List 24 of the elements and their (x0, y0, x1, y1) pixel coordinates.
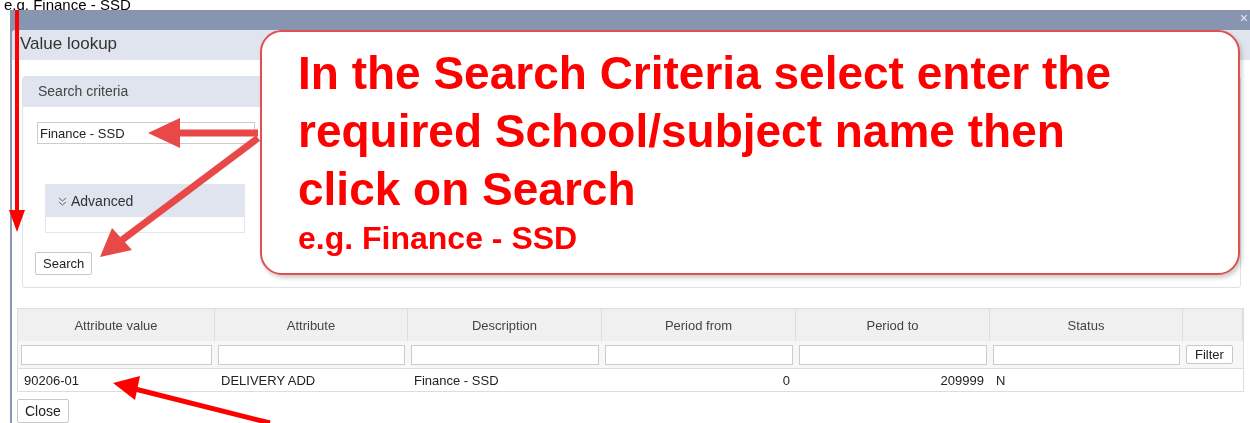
column-header[interactable]: Description (408, 309, 602, 341)
column-header[interactable]: Period to (796, 309, 990, 341)
advanced-toggle[interactable]: Advanced (46, 185, 244, 217)
column-header[interactable]: Status (990, 309, 1183, 341)
callout-example: e.g. Finance - SSD (298, 219, 579, 258)
table-cell-text: N (995, 371, 1007, 390)
filter-field[interactable] (605, 344, 793, 365)
column-header[interactable]: Attribute value (18, 309, 215, 341)
chevron-down-icon (58, 196, 67, 206)
table-cell-text: 90206-01 (23, 371, 80, 390)
filter-field[interactable] (799, 344, 987, 365)
column-header[interactable]: Attribute (215, 309, 408, 341)
filter-field[interactable] (21, 344, 212, 365)
filter-field[interactable] (411, 344, 599, 365)
table-cell-text: 0 (781, 371, 791, 390)
table-cell-text: Finance - SSD (413, 371, 500, 390)
filter-field[interactable] (218, 344, 405, 365)
search-button[interactable]: Search (35, 252, 93, 275)
column-header[interactable]: Period from (602, 309, 796, 341)
table-cell-text: 209999 (939, 371, 985, 390)
filter-button[interactable]: Filter (1186, 345, 1233, 364)
close-button[interactable]: Close (17, 399, 69, 423)
filter-field[interactable] (993, 344, 1180, 365)
table-cell-text: DELIVERY ADD (220, 371, 317, 390)
